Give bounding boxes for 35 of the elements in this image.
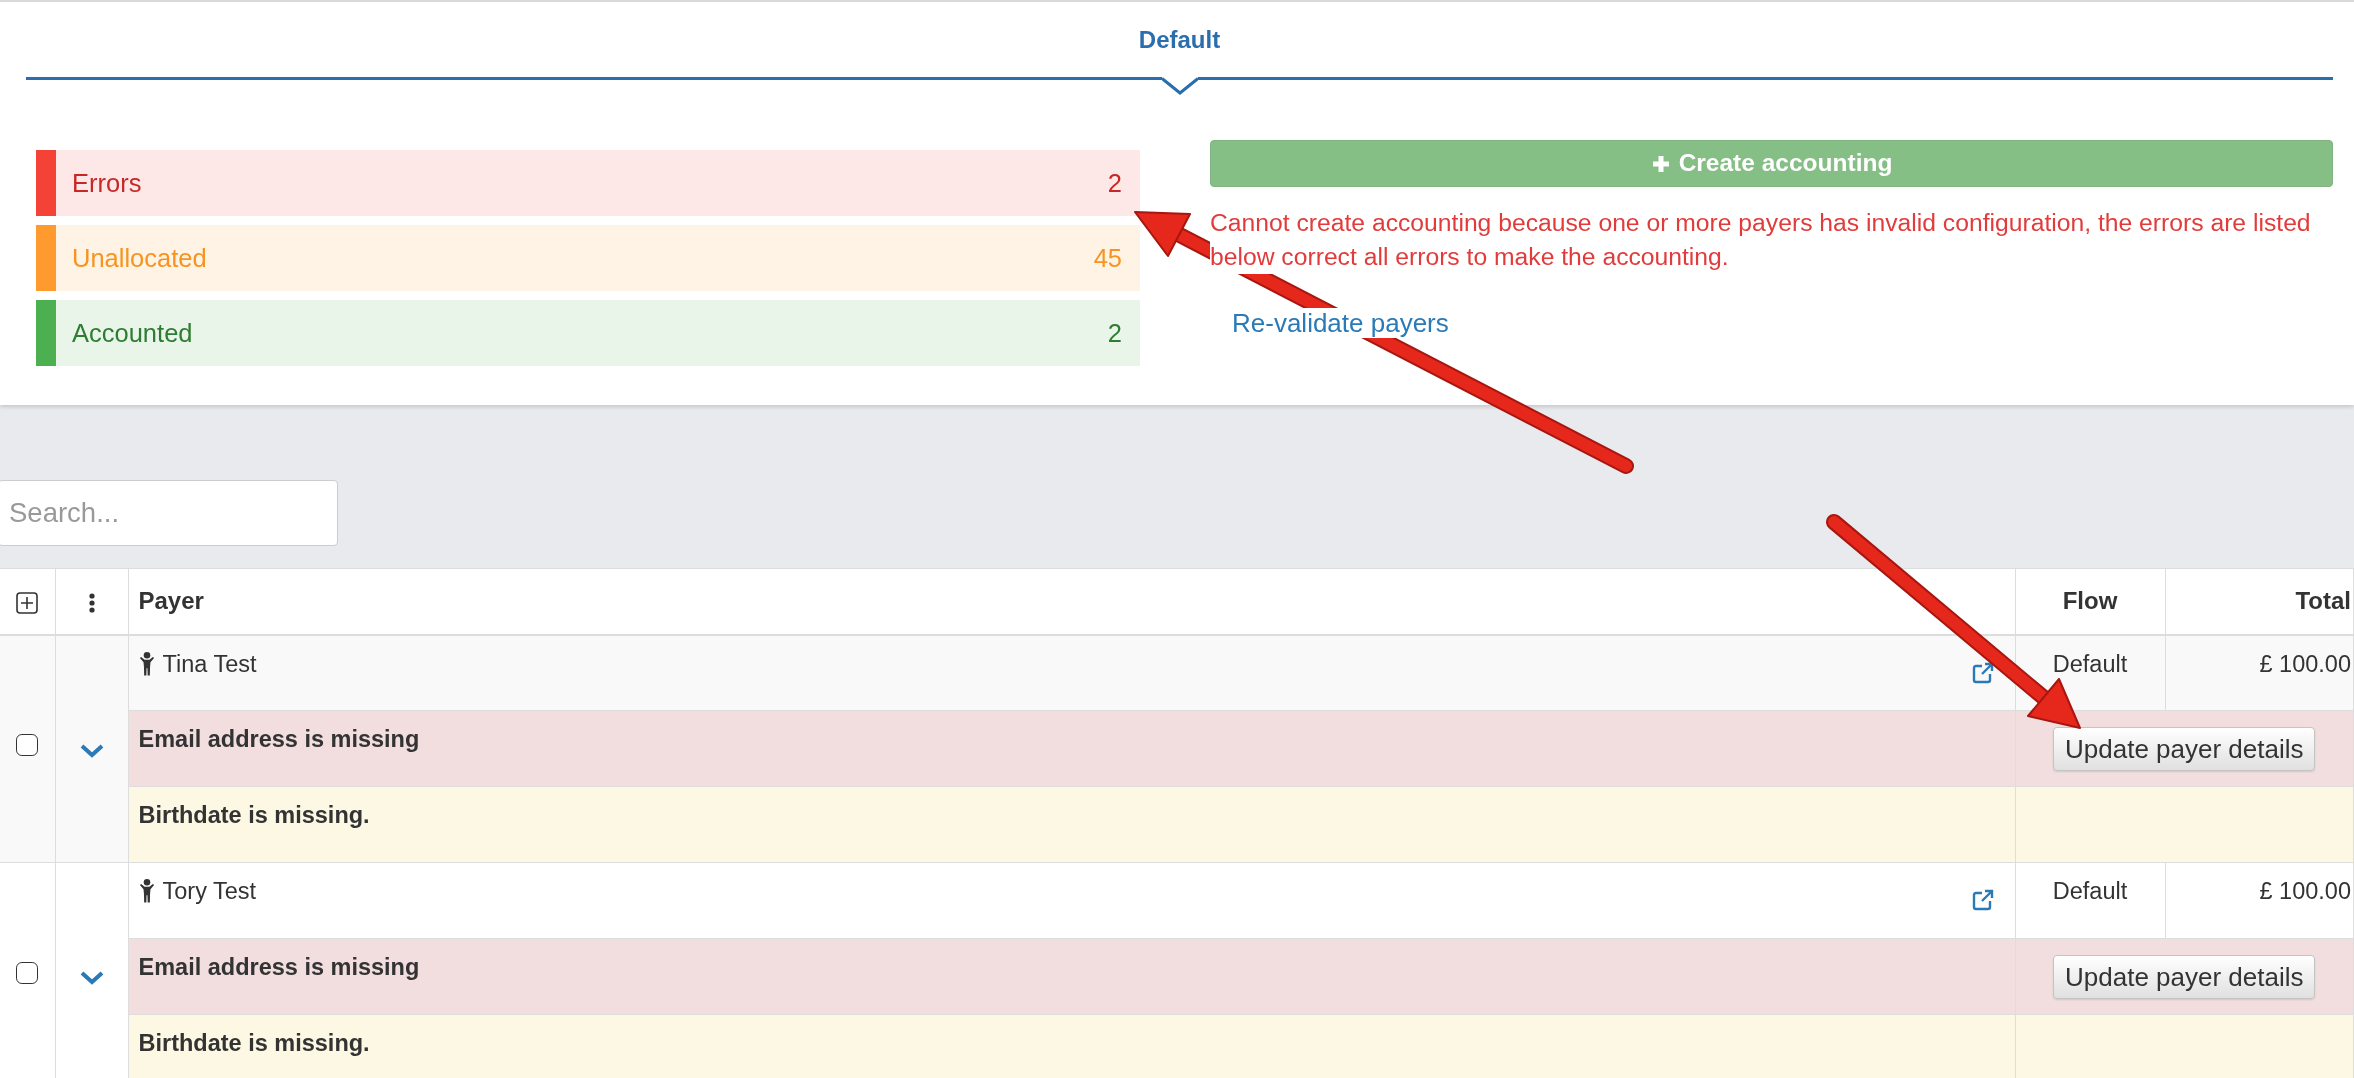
plus-square-icon[interactable] <box>16 591 39 614</box>
status-count: 2 <box>1107 167 1122 199</box>
person-icon <box>138 879 155 903</box>
payer-name: Tory Test <box>162 877 257 906</box>
column-header: Flow <box>2062 587 2118 615</box>
chevron-down-icon[interactable] <box>79 743 104 758</box>
person-icon <box>138 651 155 676</box>
payer-name: Tina Test <box>162 649 257 679</box>
status-label: Unallocated <box>72 242 207 274</box>
search-field[interactable]: Search... <box>0 480 338 546</box>
column-header: Total <box>2295 587 2351 615</box>
external-link-icon[interactable] <box>1970 888 1995 912</box>
external-link-icon[interactable] <box>1970 660 1995 685</box>
vertical-dots-icon[interactable] <box>88 592 95 613</box>
status-label: Accounted <box>72 317 193 349</box>
total-amount: £ 100.00 <box>2259 878 2351 904</box>
column-header: Payer <box>138 587 204 615</box>
issue-message: Email address is missing <box>138 726 420 752</box>
update-payer-button[interactable]: Update payer details <box>2053 954 2316 999</box>
issue-message: Email address is missing <box>138 954 420 980</box>
revalidate-link[interactable]: Re-validate payers <box>1232 308 1449 338</box>
row-checkbox[interactable] <box>16 733 39 756</box>
update-payer-button[interactable]: Update payer details <box>2053 726 2316 771</box>
status-count: 2 <box>1107 317 1122 349</box>
chevron-down-icon[interactable] <box>79 971 104 986</box>
issue-message: Birthdate is missing. <box>138 802 370 828</box>
tab[interactable]: Default <box>1128 2 1231 77</box>
flow-value: Default <box>2052 878 2128 904</box>
total-amount: £ 100.00 <box>2259 650 2351 677</box>
issue-message: Birthdate is missing. <box>138 1030 370 1056</box>
status-label: Errors <box>72 167 142 199</box>
status-count: 45 <box>1093 242 1122 274</box>
row-checkbox[interactable] <box>16 961 39 984</box>
flow-value: Default <box>2052 650 2128 677</box>
plus-icon <box>1650 153 1671 174</box>
